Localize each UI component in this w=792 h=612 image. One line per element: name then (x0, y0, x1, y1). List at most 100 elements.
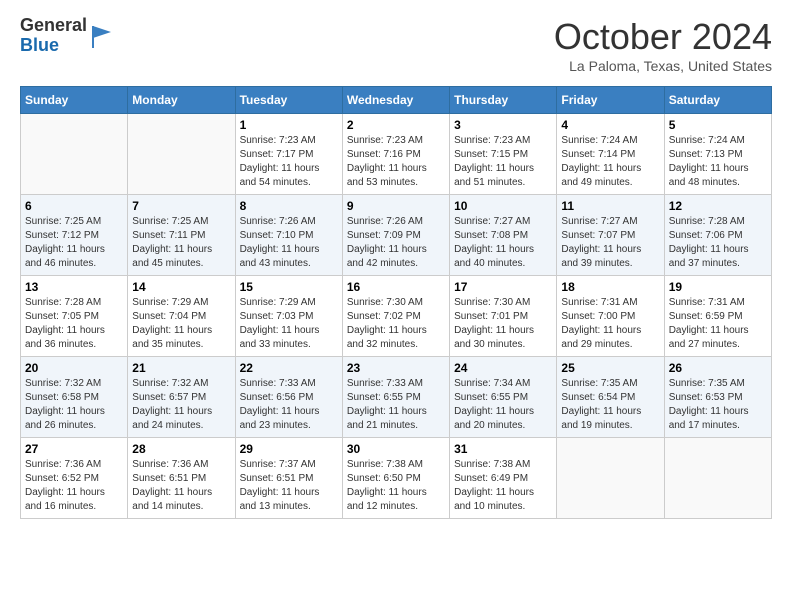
page: General Blue October 2024 La Paloma, Tex… (0, 0, 792, 539)
calendar-cell: 8Sunrise: 7:26 AM Sunset: 7:10 PM Daylig… (235, 195, 342, 276)
calendar-cell: 3 Sunrise: 7:23 AM Sunset: 7:15 PM Daylig… (450, 114, 557, 195)
day-number: 25 (561, 361, 659, 375)
weekday-header-tuesday: Tuesday (235, 87, 342, 114)
logo-general-text: General (20, 16, 87, 36)
calendar-cell: 16 Sunrise: 7:30 AM Sunset: 7:02 PM Dayli… (342, 276, 449, 357)
day-info: Sunrise: 7:38 AM Sunset: 6:50 PM Dayligh… (347, 458, 445, 514)
week-row-2: 6 Sunrise: 7:25 AM Sunset: 7:12 PM Daylig… (21, 195, 772, 276)
calendar-cell: 25 Sunrise: 7:35 AM Sunset: 6:54 PM Dayli… (557, 357, 664, 438)
day-number: 14 (132, 280, 230, 294)
day-info: Sunrise: 7:29 AM Sunset: 7:03 PM Dayligh… (240, 296, 338, 352)
day-number: 13 (25, 280, 123, 294)
day-info: Sunrise: 7:36 AM Sunset: 6:52 PM Dayligh… (25, 458, 123, 514)
day-number: 28 (132, 442, 230, 456)
calendar-cell: 20 Sunrise: 7:32 AM Sunset: 6:58 PM Dayli… (21, 357, 128, 438)
calendar-cell: 23Sunrise: 7:33 AM Sunset: 6:55 PM Dayli… (342, 357, 449, 438)
calendar-cell: 28 Sunrise: 7:36 AM Sunset: 6:51 PM Dayli… (128, 438, 235, 519)
day-number: 16 (347, 280, 445, 294)
week-row-4: 20 Sunrise: 7:32 AM Sunset: 6:58 PM Dayli… (21, 357, 772, 438)
day-info: Sunrise: 7:24 AM Sunset: 7:14 PM Dayligh… (561, 134, 659, 190)
day-number: 6 (25, 199, 123, 213)
day-info: Sunrise: 7:31 AM Sunset: 7:00 PM Dayligh… (561, 296, 659, 352)
day-number: 22 (240, 361, 338, 375)
calendar-cell: 5Sunrise: 7:24 AM Sunset: 7:13 PM Daylig… (664, 114, 771, 195)
title-block: October 2024 La Paloma, Texas, United St… (554, 16, 772, 74)
day-info: Sunrise: 7:28 AM Sunset: 7:05 PM Dayligh… (25, 296, 123, 352)
calendar-cell: 24 Sunrise: 7:34 AM Sunset: 6:55 PM Dayli… (450, 357, 557, 438)
day-number: 10 (454, 199, 552, 213)
day-number: 24 (454, 361, 552, 375)
calendar-cell (664, 438, 771, 519)
calendar-cell: 6 Sunrise: 7:25 AM Sunset: 7:12 PM Daylig… (21, 195, 128, 276)
day-info: Sunrise: 7:38 AM Sunset: 6:49 PM Dayligh… (454, 458, 552, 514)
day-info: Sunrise: 7:26 AM Sunset: 7:10 PM Dayligh… (240, 215, 338, 271)
day-info: Sunrise: 7:23 AM Sunset: 7:17 PM Dayligh… (240, 134, 338, 190)
day-number: 4 (561, 118, 659, 132)
day-info: Sunrise: 7:32 AM Sunset: 6:57 PM Dayligh… (132, 377, 230, 433)
day-number: 31 (454, 442, 552, 456)
day-info: Sunrise: 7:27 AM Sunset: 7:07 PM Dayligh… (561, 215, 659, 271)
weekday-header-row: SundayMondayTuesdayWednesdayThursdayFrid… (21, 87, 772, 114)
calendar-cell: 31 Sunrise: 7:38 AM Sunset: 6:49 PM Dayli… (450, 438, 557, 519)
weekday-header-thursday: Thursday (450, 87, 557, 114)
calendar-cell: 18Sunrise: 7:31 AM Sunset: 7:00 PM Dayli… (557, 276, 664, 357)
day-number: 2 (347, 118, 445, 132)
location-title: La Paloma, Texas, United States (554, 58, 772, 74)
calendar-cell: 2 Sunrise: 7:23 AM Sunset: 7:16 PM Daylig… (342, 114, 449, 195)
day-info: Sunrise: 7:37 AM Sunset: 6:51 PM Dayligh… (240, 458, 338, 514)
day-number: 17 (454, 280, 552, 294)
day-info: Sunrise: 7:26 AM Sunset: 7:09 PM Dayligh… (347, 215, 445, 271)
calendar-cell: 26 Sunrise: 7:35 AM Sunset: 6:53 PM Dayli… (664, 357, 771, 438)
day-number: 29 (240, 442, 338, 456)
calendar-cell: 13 Sunrise: 7:28 AM Sunset: 7:05 PM Dayli… (21, 276, 128, 357)
day-number: 12 (669, 199, 767, 213)
day-info: Sunrise: 7:31 AM Sunset: 6:59 PM Dayligh… (669, 296, 767, 352)
logo-text: General Blue (20, 16, 87, 56)
day-info: Sunrise: 7:33 AM Sunset: 6:56 PM Dayligh… (240, 377, 338, 433)
day-info: Sunrise: 7:30 AM Sunset: 7:02 PM Dayligh… (347, 296, 445, 352)
weekday-header-friday: Friday (557, 87, 664, 114)
day-info: Sunrise: 7:30 AM Sunset: 7:01 PM Dayligh… (454, 296, 552, 352)
day-info: Sunrise: 7:35 AM Sunset: 6:54 PM Dayligh… (561, 377, 659, 433)
calendar-cell: 9 Sunrise: 7:26 AM Sunset: 7:09 PM Daylig… (342, 195, 449, 276)
logo-blue-text: Blue (20, 36, 87, 56)
weekday-header-monday: Monday (128, 87, 235, 114)
day-info: Sunrise: 7:32 AM Sunset: 6:58 PM Dayligh… (25, 377, 123, 433)
calendar-cell: 27 Sunrise: 7:36 AM Sunset: 6:52 PM Dayli… (21, 438, 128, 519)
calendar-cell (128, 114, 235, 195)
calendar-cell (21, 114, 128, 195)
day-info: Sunrise: 7:35 AM Sunset: 6:53 PM Dayligh… (669, 377, 767, 433)
day-info: Sunrise: 7:25 AM Sunset: 7:12 PM Dayligh… (25, 215, 123, 271)
day-info: Sunrise: 7:23 AM Sunset: 7:16 PM Dayligh… (347, 134, 445, 190)
calendar-cell: 29 Sunrise: 7:37 AM Sunset: 6:51 PM Dayli… (235, 438, 342, 519)
calendar-cell: 7Sunrise: 7:25 AM Sunset: 7:11 PM Daylig… (128, 195, 235, 276)
day-number: 1 (240, 118, 338, 132)
day-number: 30 (347, 442, 445, 456)
calendar-cell: 19 Sunrise: 7:31 AM Sunset: 6:59 PM Dayli… (664, 276, 771, 357)
day-number: 5 (669, 118, 767, 132)
day-number: 9 (347, 199, 445, 213)
day-info: Sunrise: 7:33 AM Sunset: 6:55 PM Dayligh… (347, 377, 445, 433)
calendar-cell: 11 Sunrise: 7:27 AM Sunset: 7:07 PM Dayli… (557, 195, 664, 276)
calendar-cell: 4 Sunrise: 7:24 AM Sunset: 7:14 PM Daylig… (557, 114, 664, 195)
day-number: 15 (240, 280, 338, 294)
day-info: Sunrise: 7:36 AM Sunset: 6:51 PM Dayligh… (132, 458, 230, 514)
day-number: 21 (132, 361, 230, 375)
day-number: 26 (669, 361, 767, 375)
month-title: October 2024 (554, 16, 772, 58)
week-row-5: 27 Sunrise: 7:36 AM Sunset: 6:52 PM Dayli… (21, 438, 772, 519)
day-number: 11 (561, 199, 659, 213)
weekday-header-wednesday: Wednesday (342, 87, 449, 114)
day-info: Sunrise: 7:34 AM Sunset: 6:55 PM Dayligh… (454, 377, 552, 433)
day-number: 19 (669, 280, 767, 294)
day-number: 27 (25, 442, 123, 456)
calendar-table: SundayMondayTuesdayWednesdayThursdayFrid… (20, 86, 772, 519)
calendar-cell (557, 438, 664, 519)
day-number: 20 (25, 361, 123, 375)
day-info: Sunrise: 7:23 AM Sunset: 7:15 PM Dayligh… (454, 134, 552, 190)
weekday-header-saturday: Saturday (664, 87, 771, 114)
calendar-cell: 15 Sunrise: 7:29 AM Sunset: 7:03 PM Dayli… (235, 276, 342, 357)
day-number: 3 (454, 118, 552, 132)
calendar-cell: 1 Sunrise: 7:23 AM Sunset: 7:17 PM Daylig… (235, 114, 342, 195)
calendar-cell: 21 Sunrise: 7:32 AM Sunset: 6:57 PM Dayli… (128, 357, 235, 438)
